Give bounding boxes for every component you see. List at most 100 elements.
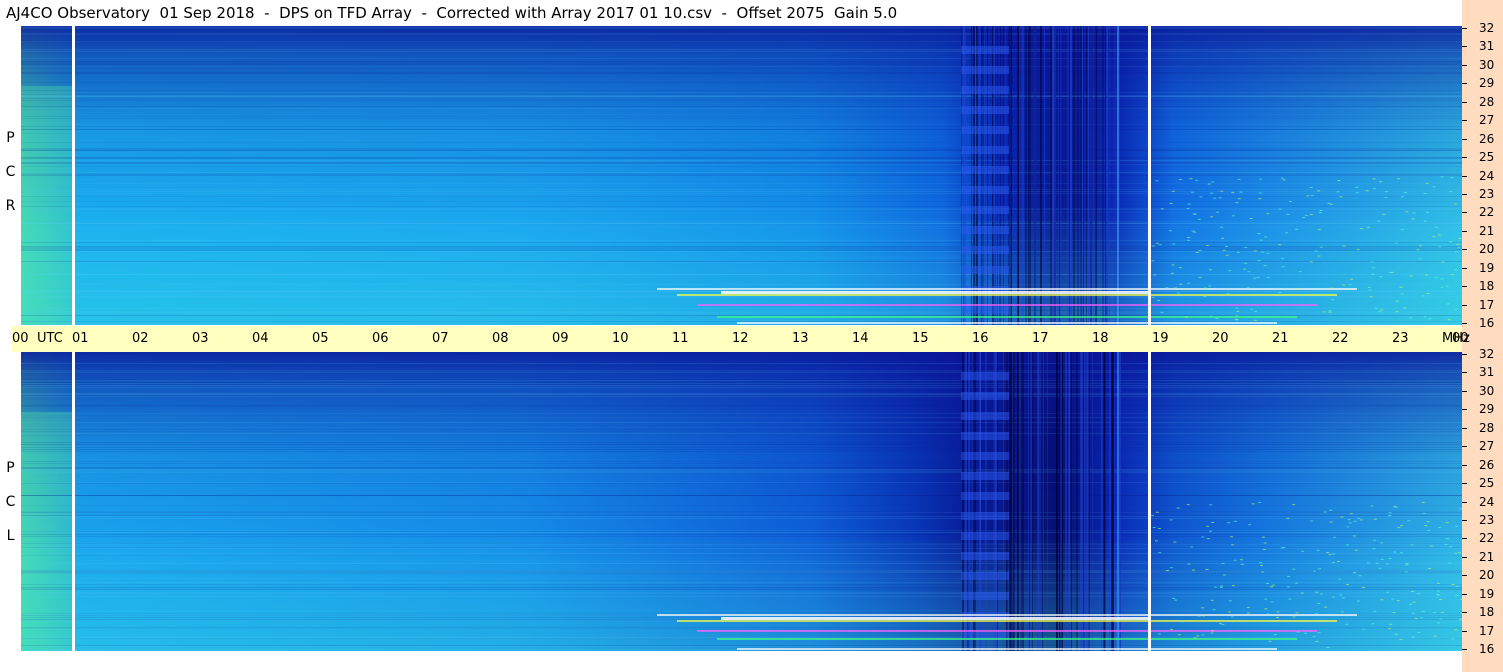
frequency-tick-mark [1462, 354, 1467, 355]
frequency-tick-mark [1462, 501, 1467, 503]
frequency-tick-mark [1462, 138, 1467, 140]
time-tick-label: 19 [1152, 331, 1169, 346]
frequency-tick-label: 20 [1479, 568, 1495, 583]
time-tick-label: 23 [1392, 331, 1409, 346]
frequency-tick-mark [1462, 46, 1467, 48]
frequency-tick-mark [1462, 390, 1467, 392]
frequency-tick-label: 16 [1479, 316, 1495, 330]
frequency-tick-label: 30 [1479, 383, 1495, 398]
frequency-tick-label: 27 [1479, 439, 1495, 454]
time-tick-label: 17 [1032, 331, 1049, 346]
frequency-tick-label: 17 [1479, 623, 1495, 638]
frequency-tick-label: 29 [1479, 76, 1495, 91]
frequency-tick-mark [1462, 230, 1467, 232]
frequency-tick-mark [1462, 649, 1467, 650]
lcp-letter: P [6, 460, 15, 476]
frequency-tick-label: 20 [1479, 242, 1495, 257]
frequency-tick-label: 22 [1479, 531, 1495, 546]
time-tick-label: 12 [732, 331, 749, 346]
time-axis: 00 01 02 03 04 05 06 07 08 09 10 11 12 13 14 15 16 17 18 19… [12, 326, 1470, 352]
frequency-tick-mark [1462, 446, 1467, 448]
time-tick-label: 16 [972, 331, 989, 346]
frequency-tick-mark [1462, 519, 1467, 521]
time-unit-label: UTC [37, 331, 63, 346]
frequency-tick-mark [1462, 249, 1467, 251]
frequency-tick-label: 28 [1479, 94, 1495, 109]
frequency-axis-rcp: 32 31 30 29 28 27 26 25 24 23 22 21 20 19 18 17 16 [1462, 22, 1503, 329]
time-tick-label: 13 [792, 331, 809, 346]
frequency-tick-label: 19 [1479, 260, 1495, 275]
frequency-tick-label: 30 [1479, 57, 1495, 72]
time-tick-label: 05 [312, 331, 329, 346]
frequency-tick-label: 25 [1479, 476, 1495, 491]
frequency-tick-label: 31 [1479, 39, 1495, 54]
frequency-tick-label: 28 [1479, 420, 1495, 435]
frequency-tick-mark [1462, 175, 1467, 177]
frequency-tick-label: 23 [1479, 186, 1495, 201]
frequency-tick-mark [1462, 157, 1467, 159]
frequency-tick-mark [1462, 304, 1467, 306]
frequency-tick-label: 23 [1479, 512, 1495, 527]
frequency-tick-mark [1462, 64, 1467, 66]
frequency-tick-mark [1462, 267, 1467, 269]
time-tick-label: 22 [1332, 331, 1349, 346]
frequency-tick-label: 26 [1479, 457, 1495, 472]
time-tick-label: 02 [132, 331, 149, 346]
frequency-tick-mark [1462, 212, 1467, 214]
rcp-spectrogram [21, 26, 1462, 325]
frequency-tick-mark [1462, 372, 1467, 374]
frequency-tick-mark [1462, 101, 1467, 103]
time-tick-label: 09 [552, 331, 569, 346]
frequency-tick-label: 32 [1479, 21, 1495, 35]
frequency-tick-label: 18 [1479, 279, 1495, 294]
frequency-tick-label: 21 [1479, 223, 1495, 238]
time-tick-label: 04 [252, 331, 269, 346]
time-tick-label: 00 [12, 331, 29, 346]
frequency-tick-mark [1462, 323, 1467, 324]
frequency-tick-mark [1462, 83, 1467, 85]
frequency-tick-mark [1462, 427, 1467, 429]
frequency-unit-label: MHz [1442, 331, 1470, 346]
rcp-letter: P [6, 130, 15, 146]
frequency-tick-label: 19 [1479, 586, 1495, 601]
frequency-tick-label: 24 [1479, 494, 1495, 509]
lcp-label: L C P [0, 450, 21, 560]
frequency-tick-label: 17 [1479, 297, 1495, 312]
rcp-letter: C [5, 164, 16, 180]
frequency-tick-mark [1462, 409, 1467, 411]
frequency-tick-label: 26 [1479, 131, 1495, 146]
time-tick-label: 08 [492, 331, 509, 346]
time-tick-label: 11 [672, 331, 689, 346]
time-tick-label: 01 [72, 331, 89, 346]
time-tick-label: 07 [432, 331, 449, 346]
time-tick-label: 21 [1272, 331, 1289, 346]
time-tick-label: 20 [1212, 331, 1229, 346]
lcp-letter: C [5, 494, 16, 510]
frequency-tick-mark [1462, 630, 1467, 632]
frequency-tick-label: 18 [1479, 605, 1495, 620]
frequency-tick-mark [1462, 612, 1467, 614]
frequency-tick-label: 24 [1479, 168, 1495, 183]
frequency-tick-mark [1462, 538, 1467, 540]
time-tick-label: 10 [612, 331, 629, 346]
frequency-tick-mark [1462, 286, 1467, 288]
frequency-tick-label: 29 [1479, 402, 1495, 417]
chart-title: AJ4CO Observatory 01 Sep 2018 - DPS on T… [6, 4, 898, 22]
time-tick-label: 03 [192, 331, 209, 346]
frequency-tick-label: 32 [1479, 347, 1495, 361]
frequency-axis-lcp: 32 31 30 29 28 27 26 25 24 23 22 21 20 19 18 17 16 [1462, 348, 1503, 655]
frequency-tick-mark [1462, 193, 1467, 195]
time-tick-label: 15 [912, 331, 929, 346]
frequency-tick-label: 21 [1479, 549, 1495, 564]
time-tick-label: 18 [1092, 331, 1109, 346]
lcp-letter: L [6, 528, 15, 544]
frequency-tick-label: 31 [1479, 365, 1495, 380]
frequency-tick-mark [1462, 556, 1467, 558]
time-tick-label: 06 [372, 331, 389, 346]
frequency-tick-mark [1462, 28, 1467, 29]
frequency-tick-label: 25 [1479, 150, 1495, 165]
rcp-letter: R [5, 198, 16, 214]
frequency-tick-mark [1462, 483, 1467, 485]
frequency-tick-label: 22 [1479, 205, 1495, 220]
frequency-tick-mark [1462, 575, 1467, 577]
